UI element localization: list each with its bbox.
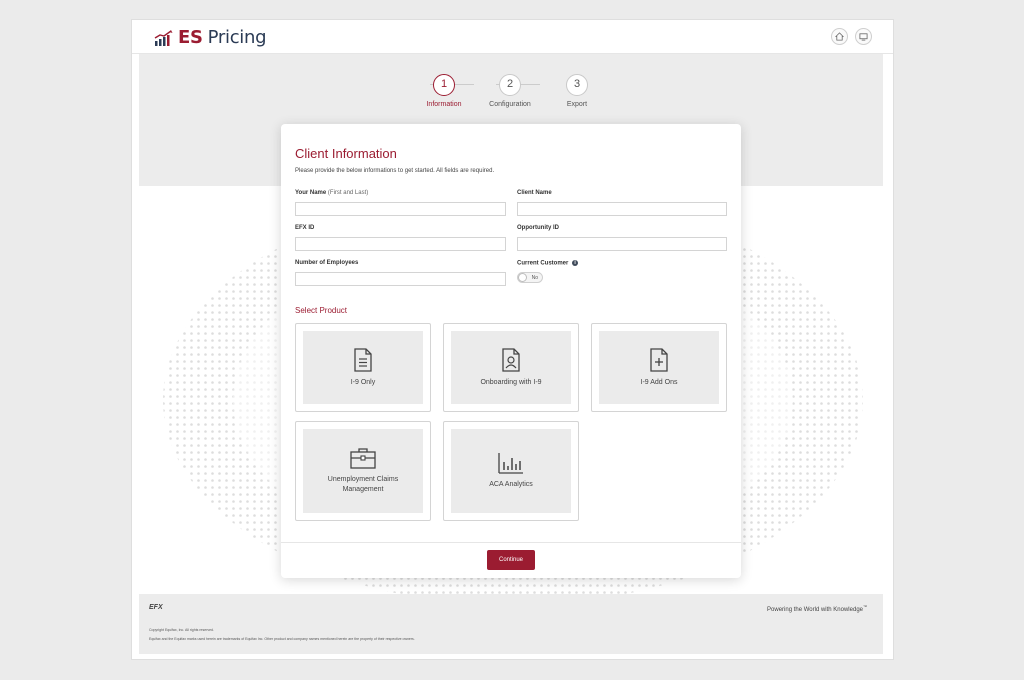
product-i9-only[interactable]: I-9 Only [295,323,431,412]
display-button[interactable] [855,28,872,45]
card-subtitle: Please provide the below informations to… [295,168,495,174]
client-information-card: Client Information Please provide the be… [281,124,741,578]
brand-es: ES [178,27,203,48]
toggle-state: No [531,274,538,281]
product-unemployment-claims[interactable]: Unemployment Claims Management [295,421,431,521]
info-icon[interactable]: i [572,260,579,266]
footer-copyright: Copyright Equifax, Inc. All rights reser… [149,628,214,632]
opportunity-id-input[interactable] [517,237,727,251]
brand-logo[interactable]: ES Pricing [154,27,267,48]
step-export[interactable]: 3 Export [537,74,617,108]
step-number: 3 [566,74,588,96]
card-title: Client Information [295,146,397,161]
footer: EFX Powering the World with Knowledge™ C… [139,594,883,654]
monitor-icon [859,33,868,41]
efx-id-input[interactable] [295,237,506,251]
efx-logo: EFX [149,604,163,611]
app-window: ES Pricing 1 Information 2 Configuration… [131,19,894,660]
product-label: I-9 Add Ons [640,378,678,386]
current-customer-label: Current Customer i [517,260,579,267]
select-product-heading: Select Product [295,306,348,315]
top-bar: ES Pricing [132,20,893,54]
step-number: 1 [433,74,455,96]
step-label: Export [566,101,588,108]
bar-chart-icon [498,453,523,474]
employees-input[interactable] [295,272,506,286]
briefcase-icon [350,448,376,469]
product-label: Unemployment Claims Management [327,476,399,493]
client-name-input[interactable] [517,202,727,216]
continue-button[interactable]: Continue [487,550,535,570]
chart-trend-icon [154,29,173,46]
document-icon [354,347,372,372]
product-i9-add-ons[interactable]: I-9 Add Ons [591,323,727,412]
footer-legal: Equifax and the Equifax marks used herei… [149,637,415,641]
step-number: 2 [499,74,521,96]
product-label: ACA Analytics [489,481,533,488]
home-icon [835,32,844,41]
toggle-track[interactable]: No [517,272,543,283]
current-customer-toggle[interactable]: No [517,272,543,283]
person-badge-icon [502,347,520,372]
toggle-knob [518,273,527,282]
product-label: I-9 Only [350,378,376,386]
document-plus-icon [650,347,668,372]
employees-label: Number of Employees [295,260,359,266]
product-label: Onboarding with I-9 [480,378,542,386]
brand-pricing: Pricing [207,27,267,48]
opportunity-id-label: Opportunity ID [517,225,559,231]
your-name-label: Your Name (First and Last) [295,190,369,196]
product-aca-analytics[interactable]: ACA Analytics [443,421,579,521]
progress-stepper: 1 Information 2 Configuration 3 Export [407,74,612,114]
footer-tagline: Powering the World with Knowledge™ [767,604,867,613]
your-name-input[interactable] [295,202,506,216]
card-divider [281,542,741,543]
home-button[interactable] [831,28,848,45]
client-name-label: Client Name [517,190,552,196]
product-onboarding-i9[interactable]: Onboarding with I-9 [443,323,579,412]
efx-id-label: EFX ID [295,225,315,231]
